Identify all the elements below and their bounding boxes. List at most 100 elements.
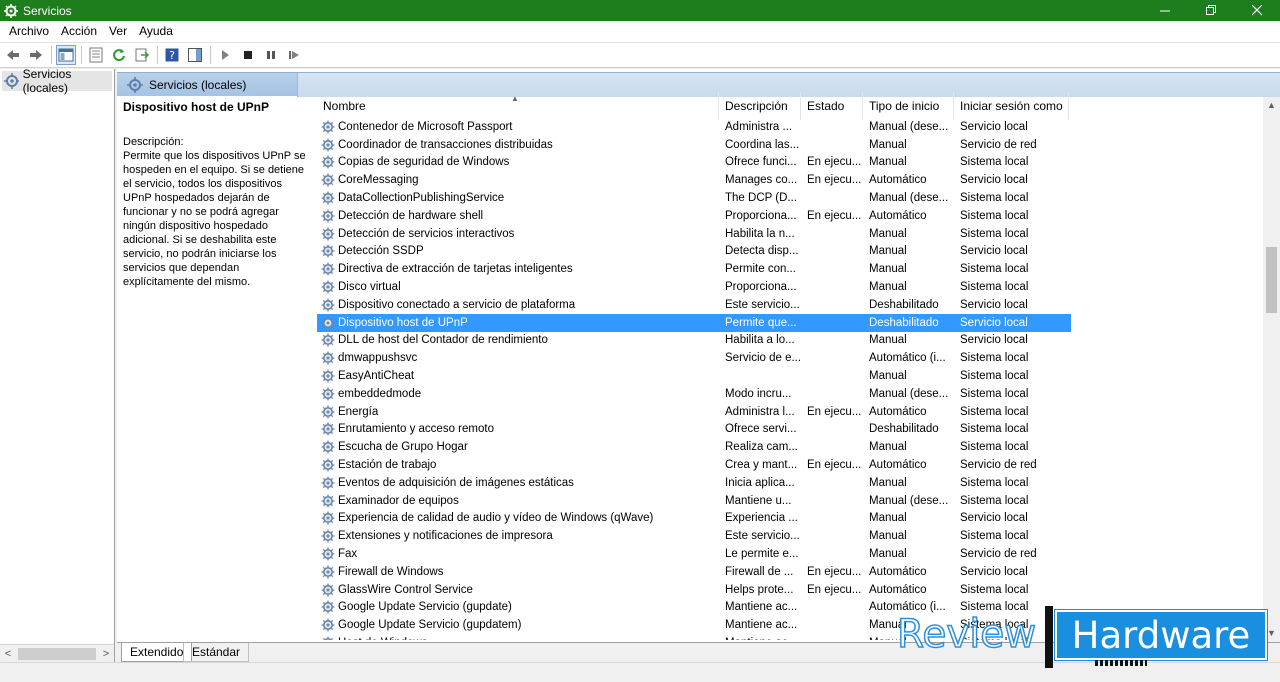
menu-accion[interactable]: Acción xyxy=(55,21,103,42)
menu-ver[interactable]: Ver xyxy=(103,21,133,42)
service-startup-type: Manual xyxy=(869,548,907,561)
service-description: Servicio de e... xyxy=(725,352,801,365)
description-line: ningún dispositivo hospedado xyxy=(123,220,268,232)
service-logon-as: Servicio local xyxy=(960,245,1028,258)
service-row[interactable]: Detección SSDP Detecta disp... Manual Servi… xyxy=(317,243,1267,261)
service-gear-icon xyxy=(321,227,335,241)
properties-button[interactable] xyxy=(86,45,106,65)
service-row[interactable]: Fax Le permite e... Manual Servicio de red xyxy=(317,545,1267,563)
service-state: En ejecu... xyxy=(807,156,862,169)
service-row[interactable]: dmwappushsvc Servicio de e... Automático (… xyxy=(317,349,1267,367)
toolbar-separator xyxy=(157,46,158,64)
help-button[interactable]: ? xyxy=(162,45,182,65)
service-name: Detección de hardware shell xyxy=(338,209,484,222)
service-description: Administra l... xyxy=(725,405,795,418)
forward-button[interactable] xyxy=(26,45,46,65)
service-row[interactable]: DataCollectionPublishingService The DCP (… xyxy=(317,189,1267,207)
vertical-scrollbar[interactable]: ▲ ▼ xyxy=(1263,97,1280,642)
menu-archivo[interactable]: Archivo xyxy=(3,21,55,42)
show-action-pane-icon xyxy=(188,48,202,62)
service-startup-type: Manual xyxy=(869,263,907,276)
services-gear-icon xyxy=(127,76,143,93)
service-row[interactable]: GlassWire Control Service Helps prote... E… xyxy=(317,581,1267,599)
service-row[interactable]: DLL de host del Contador de rendimiento H… xyxy=(317,332,1267,350)
close-button[interactable] xyxy=(1234,0,1280,21)
service-logon-as: Servicio local xyxy=(960,316,1028,329)
service-row[interactable]: Escucha de Grupo Hogar Realiza cam... Manu… xyxy=(317,438,1267,456)
scroll-left-icon[interactable]: < xyxy=(0,648,16,660)
service-row[interactable]: Firewall de Windows Firewall de ... En eje… xyxy=(317,563,1267,581)
service-row[interactable]: Extensiones y notificaciones de impresor… xyxy=(317,527,1267,545)
back-button[interactable] xyxy=(3,45,23,65)
pause-service-button[interactable] xyxy=(261,45,281,65)
service-row[interactable]: Disco virtual Proporciona... Manual Sistema… xyxy=(317,278,1267,296)
service-startup-type: Manual xyxy=(869,512,907,525)
service-description: Habilita la n... xyxy=(725,227,795,240)
tab-estandar[interactable]: Estándar xyxy=(183,643,250,662)
service-logon-as: Sistema local xyxy=(960,387,1029,400)
export-list-icon xyxy=(135,48,150,62)
service-row[interactable]: Dispositivo conectado a servicio de plat… xyxy=(317,296,1267,314)
service-row[interactable]: Eventos de adquisición de imágenes estát… xyxy=(317,474,1267,492)
service-startup-type: Manual (dese... xyxy=(869,120,949,133)
tree-horizontal-scrollbar[interactable]: < > xyxy=(0,644,114,662)
service-row[interactable]: Energía Administra l... En ejecu... Automát… xyxy=(317,403,1267,421)
service-row[interactable]: Estación de trabajo Crea y mant... En ejec… xyxy=(317,456,1267,474)
service-gear-icon xyxy=(321,138,335,152)
service-row[interactable]: CoreMessaging Manages co... En ejecu... Aut… xyxy=(317,171,1267,189)
menu-ayuda[interactable]: Ayuda xyxy=(133,21,179,42)
minimize-button[interactable] xyxy=(1142,0,1188,21)
service-row[interactable]: embeddedmode Modo incru... Manual (dese...… xyxy=(317,385,1267,403)
restore-button[interactable] xyxy=(1188,0,1234,21)
service-description: Ofrece servi... xyxy=(725,423,797,436)
column-header-row: Nombre Descripción Estado Tipo de inicio… xyxy=(317,92,1267,120)
watermark-pins xyxy=(1095,660,1147,666)
service-name-cell: EasyAntiCheat xyxy=(317,369,719,383)
service-description: Administra ... xyxy=(725,120,793,133)
service-row[interactable]: Coordinador de transacciones distribuida… xyxy=(317,136,1267,154)
scroll-thumb[interactable] xyxy=(1266,247,1277,313)
column-header-tipo-inicio[interactable]: Tipo de inicio xyxy=(863,92,954,120)
service-row[interactable]: Enrutamiento y acceso remoto Ofrece servi… xyxy=(317,421,1267,439)
service-row[interactable]: Dispositivo host de UPnP Permite que... De… xyxy=(317,313,1071,332)
service-logon-as: Sistema local xyxy=(960,156,1029,169)
scroll-up-icon[interactable]: ▲ xyxy=(1263,97,1280,114)
service-logon-as: Servicio local xyxy=(960,512,1028,525)
export-list-button[interactable] xyxy=(132,45,152,65)
restart-service-button[interactable] xyxy=(284,45,304,65)
service-row[interactable]: Experiencia de calidad de audio y vídeo … xyxy=(317,510,1267,528)
window-title: Servicios xyxy=(23,3,72,18)
service-name-cell: DLL de host del Contador de rendimiento xyxy=(317,333,719,347)
tree-item-servicios-locales[interactable]: Servicios (locales) xyxy=(2,67,112,95)
service-description: Mantiene ac... xyxy=(725,619,798,632)
console-tree-button[interactable] xyxy=(56,45,76,65)
service-gear-icon xyxy=(321,155,335,169)
column-header-descripcion[interactable]: Descripción xyxy=(719,92,801,120)
column-header-estado[interactable]: Estado xyxy=(801,92,863,120)
service-name-cell: dmwappushsvc xyxy=(317,351,719,365)
service-startup-type: Manual xyxy=(869,245,907,258)
column-header-iniciar-sesion[interactable]: Iniciar sesión como xyxy=(954,92,1069,120)
service-row[interactable]: EasyAntiCheat Manual Sistema local xyxy=(317,367,1267,385)
service-row[interactable]: Directiva de extracción de tarjetas inte… xyxy=(317,260,1267,278)
refresh-icon xyxy=(113,49,125,62)
service-gear-icon xyxy=(321,529,335,543)
service-name-cell: Host de Windows... xyxy=(317,636,719,640)
service-logon-as: Servicio de red xyxy=(960,459,1037,472)
action-pane-button[interactable] xyxy=(185,45,205,65)
service-row[interactable]: Examinador de equipos Mantiene u... Manual… xyxy=(317,492,1267,510)
stop-service-button[interactable] xyxy=(238,45,258,65)
scroll-right-icon[interactable]: > xyxy=(98,648,114,660)
description-line: Permite que los dispositivos UPnP se xyxy=(123,150,306,162)
service-name-cell: Fax xyxy=(317,547,719,561)
service-description: Proporciona... xyxy=(725,209,797,222)
service-row[interactable]: Detección de servicios interactivos Habil… xyxy=(317,225,1267,243)
refresh-button[interactable] xyxy=(109,45,129,65)
service-row[interactable]: Copias de seguridad de Windows Ofrece fun… xyxy=(317,154,1267,172)
service-row[interactable]: Detección de hardware shell Proporciona..… xyxy=(317,207,1267,225)
scroll-thumb[interactable] xyxy=(18,647,96,660)
service-row[interactable]: Contenedor de Microsoft Passport Administ… xyxy=(317,118,1267,136)
service-description: Coordina las... xyxy=(725,138,800,151)
start-service-button[interactable] xyxy=(215,45,235,65)
tab-extendido[interactable]: Extendido xyxy=(121,643,193,662)
